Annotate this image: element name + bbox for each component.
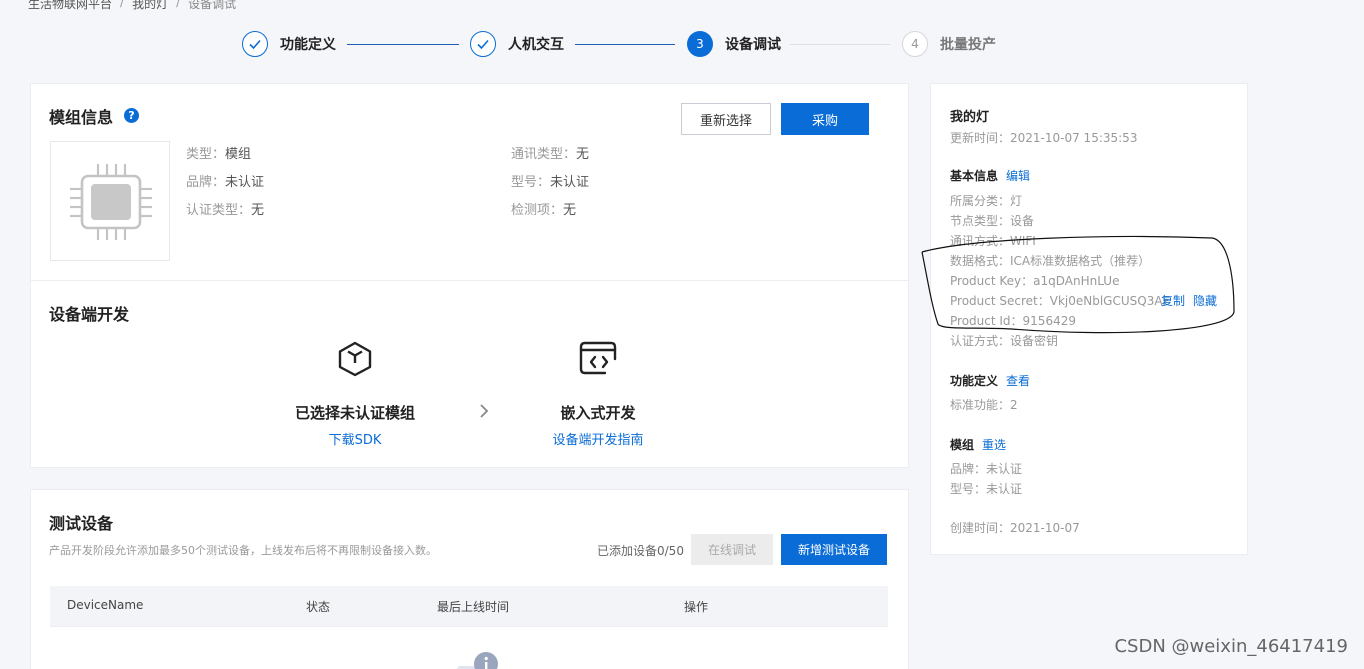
add-test-device-button[interactable]: 新增测试设备 [781,534,887,565]
module-model-line: 型号：未认证 [950,482,1023,496]
device-table-header: DeviceName 状态 最后上线时间 操作 [50,586,888,626]
empty-state-icon [441,650,501,669]
standard-function-count: 标准功能：2 [950,398,1018,412]
test-device-title: 测试设备 [49,514,114,533]
module-image [50,141,170,261]
help-icon[interactable]: ? [124,108,139,123]
step-connector [790,44,890,45]
module-section-title: 模组 [950,438,975,452]
device-dev-guide-link[interactable]: 设备端开发指南 [518,429,678,448]
watermark: CSDN @weixin_46417419 [1114,636,1348,657]
step-human-interaction[interactable]: 人机交互 [470,31,564,57]
info-type: 类型：模组 [186,147,252,162]
column-devicename: DeviceName [67,598,144,612]
step-connector [575,44,675,45]
step-number: 3 [687,31,713,57]
device-count: 已添加设备0/50 [597,544,684,558]
node-type-line: 节点类型：设备 [950,214,1035,228]
module-title: 模组信息 [49,108,114,127]
info-brand: 品牌：未认证 [186,175,265,190]
table-divider [50,626,888,627]
step-label: 设备调试 [725,37,781,53]
breadcrumb-item-product[interactable]: 我的灯 [132,0,168,12]
reselect-button[interactable]: 重新选择 [681,103,771,135]
embedded-code-icon [577,339,619,379]
module-brand-line: 品牌：未认证 [950,462,1023,476]
breadcrumb-separator: / [120,0,125,9]
module-card: 模组信息 ? 重新选择 采购 类型：模组 品牌：未认证 认证类型：无 通讯类型：… [30,83,909,468]
edit-link[interactable]: 编辑 [1006,167,1030,184]
breadcrumb-item-current: 设备调试 [188,0,237,11]
category-line: 所属分类：灯 [950,194,1023,208]
step-progress: 功能定义 人机交互 3 设备调试 4 批量投产 [242,31,1002,59]
created-time: 创建时间：2021-10-07 [950,521,1080,535]
reselect-module-link[interactable]: 重选 [982,436,1006,453]
download-sdk-link[interactable]: 下载SDK [275,429,435,448]
hand-drawn-highlight [921,235,1235,334]
column-actions: 操作 [684,600,709,614]
column-status: 状态 [306,600,331,614]
purchase-button[interactable]: 采购 [781,103,869,135]
step-label: 功能定义 [280,37,336,53]
step-label: 批量投产 [940,37,996,53]
step-number: 4 [902,31,928,57]
online-debug-button[interactable]: 在线调试 [691,534,773,565]
product-updated-time: 更新时间：2021-10-07 15:35:53 [950,131,1138,145]
breadcrumb: 生活物联网平台 / 我的灯 / 设备调试 [28,0,236,12]
chevron-right-icon [478,402,490,424]
step-function-definition[interactable]: 功能定义 [242,31,336,57]
breadcrumb-separator: / [176,0,181,9]
step-device-debug[interactable]: 3 设备调试 [687,31,781,57]
breadcrumb-item-platform[interactable]: 生活物联网平台 [28,0,112,12]
product-name: 我的灯 [950,110,990,125]
step-connector [347,44,459,45]
cube-icon [335,339,375,379]
step-label: 人机交互 [508,37,564,53]
device-dev-title: 设备端开发 [49,305,130,324]
section-divider [31,280,908,281]
step-mass-production[interactable]: 4 批量投产 [902,31,996,57]
check-icon [470,31,496,57]
info-cert-type: 认证类型：无 [186,203,265,218]
function-def-title: 功能定义 [950,374,999,388]
info-check-items: 检测项：无 [511,203,577,218]
info-comm-type: 通讯类型：无 [511,147,590,162]
test-device-desc: 产品开发阶段允许添加最多50个测试设备，上线发布后将不再限制设备接入数。 [49,544,437,557]
view-link[interactable]: 查看 [1006,372,1030,389]
column-last-online: 最后上线时间 [437,600,510,614]
embedded-dev-title: 嵌入式开发 [560,404,636,422]
info-model: 型号：未认证 [511,175,590,190]
basic-info-title: 基本信息 [950,169,999,183]
chip-icon [70,164,152,240]
selected-module-title: 已选择未认证模组 [294,404,415,422]
test-device-card: 测试设备 产品开发阶段允许添加最多50个测试设备，上线发布后将不再限制设备接入数… [30,489,909,669]
check-icon [242,31,268,57]
